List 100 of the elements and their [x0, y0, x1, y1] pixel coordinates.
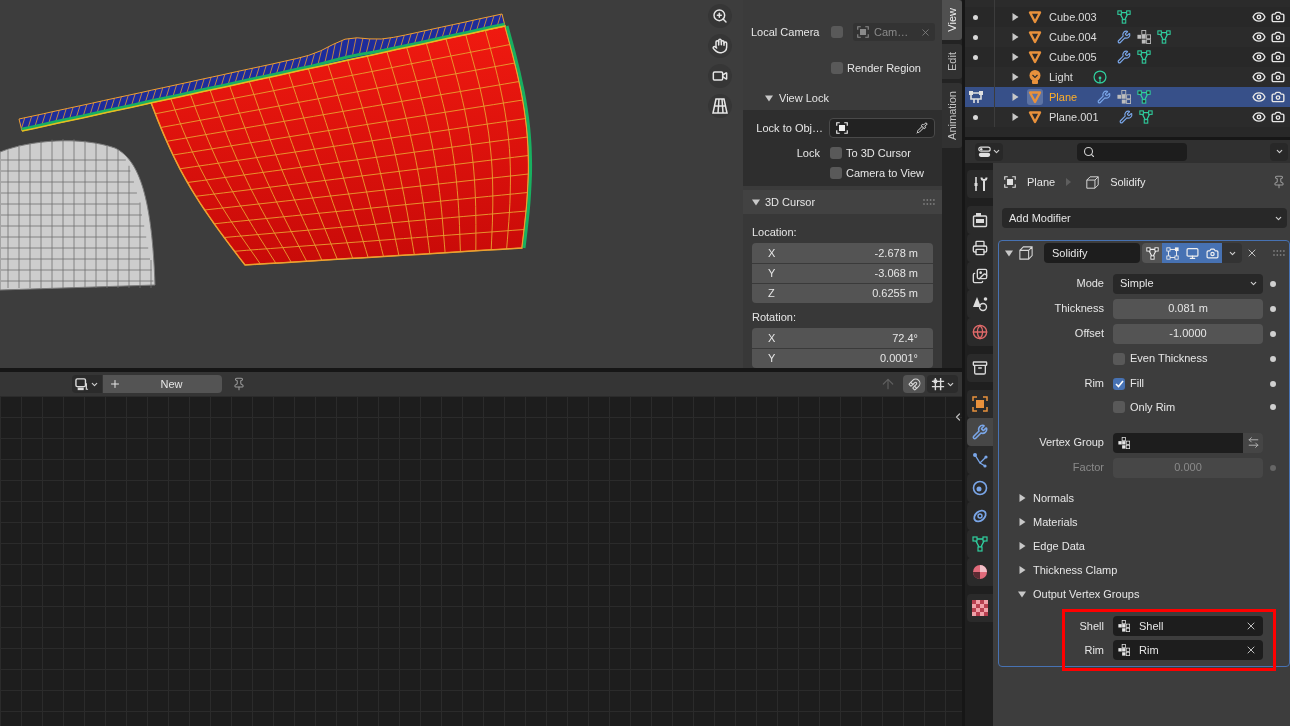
lightbulb-icon[interactable]: [1027, 69, 1043, 85]
mesh-icon[interactable]: [1116, 10, 1131, 24]
pin-icon[interactable]: [1272, 175, 1286, 189]
disclosure-triangle-icon[interactable]: [1018, 494, 1026, 502]
orbit-icon[interactable]: [972, 480, 988, 496]
wrench-icon[interactable]: [1116, 30, 1131, 44]
disclosure-triangle-icon[interactable]: [752, 198, 760, 206]
triangle-icon[interactable]: [1027, 29, 1043, 45]
eye-icon[interactable]: [1252, 90, 1266, 104]
number-field[interactable]: Z 0.6255 m: [752, 283, 933, 303]
camera-view-button[interactable]: [708, 64, 732, 88]
printer-icon[interactable]: [972, 240, 988, 256]
snap-button[interactable]: [903, 375, 925, 393]
subpanel-header[interactable]: View Lock: [743, 86, 942, 110]
checkbox[interactable]: [1113, 352, 1125, 365]
mesh-icon[interactable]: [1137, 90, 1152, 104]
mesh-icon[interactable]: [1156, 30, 1171, 44]
eye-icon[interactable]: [1252, 30, 1266, 44]
close-icon[interactable]: [1246, 247, 1258, 259]
number-field[interactable]: 0.081 m: [1113, 298, 1263, 319]
shapes-icon[interactable]: [972, 296, 988, 312]
checkbox[interactable]: [831, 26, 843, 38]
disclosure-triangle-icon[interactable]: [1018, 542, 1026, 550]
close-icon[interactable]: [1245, 644, 1257, 656]
sidebar-tab[interactable]: Edit: [942, 43, 962, 79]
tools-icon[interactable]: [972, 176, 988, 192]
menu-button[interactable]: [1222, 243, 1242, 263]
object-field[interactable]: [829, 118, 935, 138]
checkbox[interactable]: [830, 147, 842, 159]
number-field[interactable]: -1.0000: [1113, 323, 1263, 344]
number-field[interactable]: Y -3.068 m: [752, 263, 933, 283]
properties-tab[interactable]: [967, 446, 993, 474]
editor-type-button[interactable]: [72, 375, 102, 393]
vertex-group-field[interactable]: Shell: [1113, 616, 1263, 636]
wrench-icon[interactable]: [1116, 50, 1131, 64]
disclosure-triangle-icon[interactable]: [1018, 590, 1026, 598]
properties-tab[interactable]: [967, 206, 993, 234]
sphere-icon[interactable]: [972, 564, 988, 580]
subpanel-header[interactable]: Thickness Clamp: [999, 558, 1289, 582]
disclosure-triangle-icon[interactable]: [1011, 73, 1019, 81]
editor-type-button[interactable]: [975, 142, 1003, 161]
images-icon[interactable]: [972, 268, 988, 284]
triangle-icon[interactable]: [1027, 109, 1043, 125]
checker-icon[interactable]: [972, 600, 988, 616]
ring-icon[interactable]: [972, 508, 988, 524]
zoom-button[interactable]: [708, 4, 732, 28]
options-dropdown[interactable]: [1270, 142, 1288, 161]
sidebar-tab[interactable]: View: [942, 0, 962, 40]
subpanel-header[interactable]: Edge Data: [999, 534, 1289, 558]
vertex-group-field[interactable]: [1113, 432, 1243, 453]
properties-tab[interactable]: [967, 558, 993, 586]
vertex-group-field[interactable]: Rim: [1113, 640, 1263, 660]
checkbox[interactable]: [830, 167, 842, 179]
checkbox[interactable]: [831, 62, 843, 74]
archive-icon[interactable]: [972, 360, 988, 376]
eye-icon[interactable]: [1252, 50, 1266, 64]
add-modifier-dropdown[interactable]: Add Modifier: [1002, 208, 1287, 228]
camera-icon[interactable]: [1271, 90, 1285, 104]
toggle-button[interactable]: [1142, 243, 1162, 263]
circle-dot-icon[interactable]: [1092, 70, 1107, 84]
new-button[interactable]: New: [103, 375, 222, 393]
disclosure-triangle-icon[interactable]: [765, 94, 773, 102]
pan-button[interactable]: [708, 34, 732, 58]
mesh-icon[interactable]: [1136, 50, 1151, 64]
disclosure-triangle-icon[interactable]: [1011, 33, 1019, 41]
pin-icon[interactable]: [232, 377, 246, 391]
toggle-button[interactable]: [1202, 243, 1222, 263]
number-field[interactable]: X -2.678 m: [752, 243, 933, 263]
properties-tab[interactable]: [967, 170, 993, 198]
number-field[interactable]: X 72.4°: [752, 328, 933, 348]
disclosure-triangle-icon[interactable]: [1005, 249, 1013, 257]
invert-button[interactable]: [1243, 432, 1263, 453]
camera-icon[interactable]: [1271, 110, 1285, 124]
globe-icon[interactable]: [972, 324, 988, 340]
outliner-row[interactable]: Plane: [965, 87, 1290, 107]
modifier-name-field[interactable]: Solidify: [1044, 243, 1140, 263]
camera-field[interactable]: Cam…: [853, 23, 935, 41]
camera-icon[interactable]: [1271, 70, 1285, 84]
wrench-icon[interactable]: [1097, 90, 1112, 104]
camera-icon[interactable]: [1271, 10, 1285, 24]
snap-options-button[interactable]: [927, 375, 958, 393]
disclosure-triangle-icon[interactable]: [1018, 518, 1026, 526]
block-grid-icon[interactable]: [1136, 30, 1151, 44]
properties-tab[interactable]: [967, 318, 993, 346]
subpanel-header[interactable]: Output Vertex Groups: [999, 582, 1289, 606]
projection-button[interactable]: [708, 94, 732, 118]
panel-header[interactable]: 3D Cursor: [743, 190, 942, 214]
disclosure-triangle-icon[interactable]: [1011, 13, 1019, 21]
subpanel-header[interactable]: Materials: [999, 510, 1289, 534]
triangle-icon[interactable]: [1027, 9, 1043, 25]
properties-tab[interactable]: [967, 390, 993, 418]
block-grid-icon[interactable]: [1117, 90, 1132, 104]
sidebar-tab[interactable]: Animation: [942, 82, 962, 148]
eye-icon[interactable]: [1252, 110, 1266, 124]
checkbox[interactable]: [1113, 377, 1125, 390]
eye-icon[interactable]: [1252, 70, 1266, 84]
properties-tab[interactable]: [967, 354, 993, 382]
properties-tab[interactable]: [967, 594, 993, 622]
triangle-icon[interactable]: [1027, 49, 1043, 65]
toggle-button[interactable]: [1182, 243, 1202, 263]
